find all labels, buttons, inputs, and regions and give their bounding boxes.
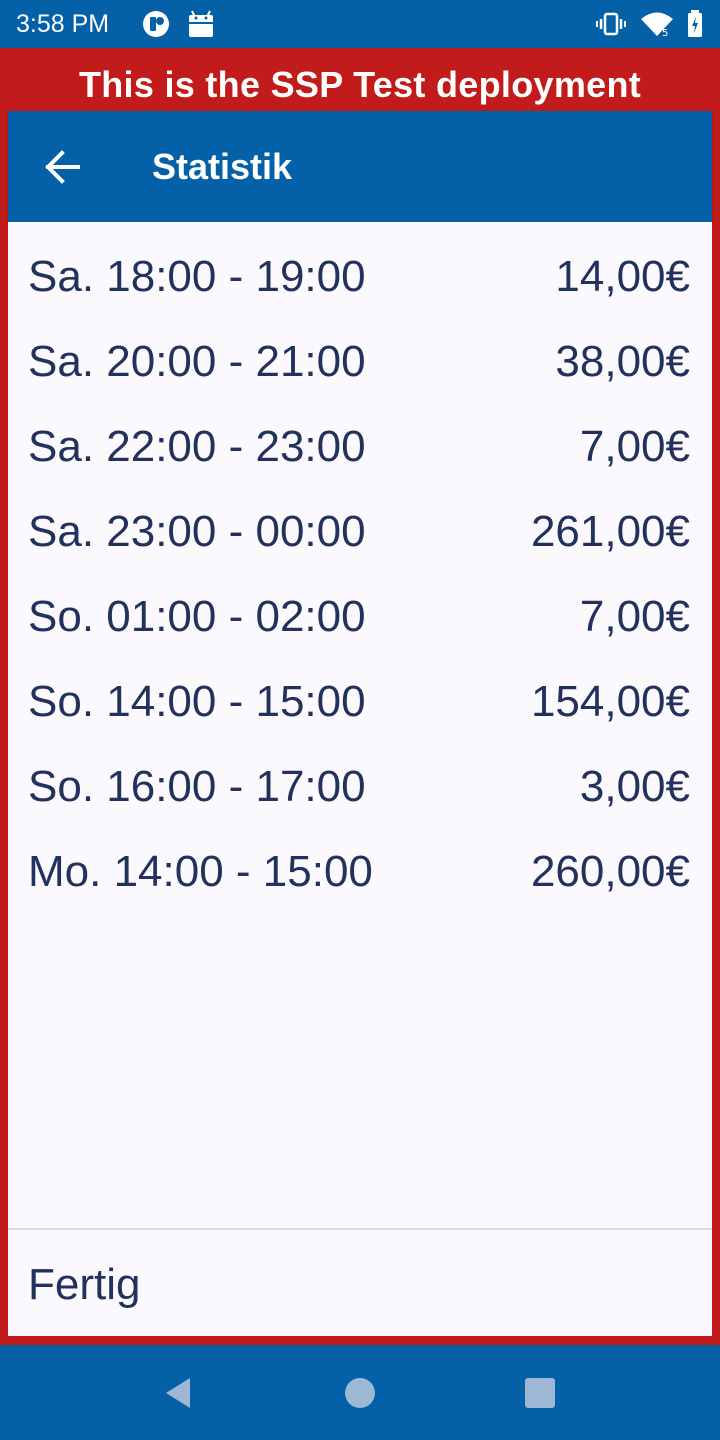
wifi-icon: 5 <box>640 10 674 38</box>
back-button[interactable] <box>36 139 92 195</box>
footer: Fertig <box>8 1230 712 1336</box>
status-bar: 3:58 PM 5 <box>0 0 720 48</box>
list-item: So. 16:00 - 17:00 3,00€ <box>8 744 712 829</box>
list-item: Mo. 14:00 - 15:00 260,00€ <box>8 829 712 914</box>
recents-square-icon <box>525 1378 555 1408</box>
stat-amount: 154,00€ <box>530 677 690 726</box>
stat-time: So. 14:00 - 15:00 <box>28 677 366 726</box>
stat-time: So. 01:00 - 02:00 <box>28 592 366 641</box>
stat-amount: 260,00€ <box>530 847 690 896</box>
app-notification-icon <box>142 10 172 38</box>
stat-time: Sa. 20:00 - 21:00 <box>28 337 366 386</box>
test-deployment-banner: This is the SSP Test deployment <box>78 64 642 105</box>
app-bar: Statistik <box>8 111 712 222</box>
android-icon <box>186 10 216 38</box>
list-item: Sa. 20:00 - 21:00 38,00€ <box>8 319 712 404</box>
stat-amount: 7,00€ <box>579 422 690 471</box>
list-item: Sa. 23:00 - 00:00 261,00€ <box>8 489 712 574</box>
done-button[interactable]: Fertig <box>28 1258 140 1312</box>
stat-time: Mo. 14:00 - 15:00 <box>28 847 373 896</box>
stat-amount: 38,00€ <box>555 337 690 386</box>
list-item: So. 14:00 - 15:00 154,00€ <box>8 659 712 744</box>
vibrate-icon <box>596 10 626 38</box>
list-item: Sa. 22:00 - 23:00 7,00€ <box>8 404 712 489</box>
battery-icon <box>686 10 704 38</box>
stat-time: Sa. 23:00 - 00:00 <box>28 507 366 556</box>
nav-recents-button[interactable] <box>522 1375 558 1411</box>
stat-time: Sa. 18:00 - 19:00 <box>28 252 366 301</box>
stat-time: Sa. 22:00 - 23:00 <box>28 422 366 471</box>
stat-amount: 261,00€ <box>530 507 690 556</box>
page-title: Statistik <box>152 146 293 187</box>
nav-back-button[interactable] <box>160 1375 196 1411</box>
stat-amount: 7,00€ <box>579 592 690 641</box>
back-triangle-icon <box>166 1378 190 1408</box>
list-item: Sa. 18:00 - 19:00 14,00€ <box>8 234 712 319</box>
svg-text:5: 5 <box>662 28 668 38</box>
stat-amount: 14,00€ <box>555 252 690 301</box>
list-item: So. 01:00 - 02:00 7,00€ <box>8 574 712 659</box>
status-time: 3:58 PM <box>16 10 110 38</box>
home-circle-icon <box>345 1378 375 1408</box>
stat-amount: 3,00€ <box>579 762 690 811</box>
stat-time: So. 16:00 - 17:00 <box>28 762 366 811</box>
nav-home-button[interactable] <box>342 1375 378 1411</box>
arrow-left-icon <box>45 150 80 184</box>
system-nav-bar <box>0 1345 720 1440</box>
statistics-list: Sa. 18:00 - 19:00 14,00€ Sa. 20:00 - 21:… <box>8 222 712 1228</box>
